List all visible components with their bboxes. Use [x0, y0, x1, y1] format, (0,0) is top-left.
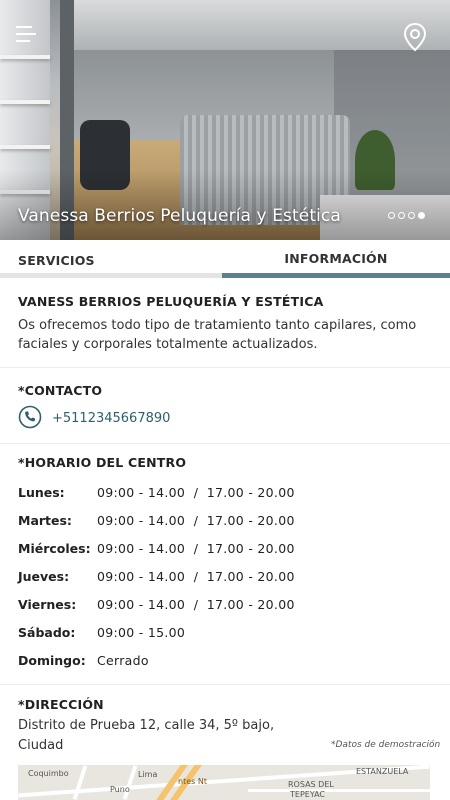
tab-indicator [0, 273, 222, 278]
map-road [248, 789, 430, 792]
schedule-day: Viernes: [18, 597, 77, 612]
schedule-title: *HORARIO DEL CENTRO [18, 455, 187, 470]
divider [0, 443, 450, 444]
map-label: TEPEYAC [290, 790, 326, 799]
carousel-indicator[interactable] [388, 212, 425, 219]
carousel-dot[interactable] [408, 212, 415, 219]
map-label: Lima [138, 770, 158, 779]
tab-label: INFORMACIÓN [284, 251, 388, 266]
schedule-hours: 09:00 - 14.00 / 17.00 - 20.00 [97, 569, 295, 584]
phone-icon[interactable] [18, 405, 42, 429]
tab-indicator-active [222, 273, 450, 278]
schedule-day: Jueves: [18, 569, 70, 584]
contact-title: *CONTACTO [18, 383, 103, 398]
phone-link[interactable]: +5112345667890 [52, 411, 170, 426]
schedule-day: Domingo: [18, 653, 86, 668]
divider [0, 684, 450, 685]
address-line1: Distrito de Prueba 12, calle 34, 5º bajo… [18, 718, 275, 733]
carousel-dot[interactable] [388, 212, 395, 219]
schedule-hours: Cerrado [97, 653, 149, 668]
map-road [122, 765, 138, 800]
schedule-day: Miércoles: [18, 541, 91, 556]
business-name: VANESS BERRIOS PELUQUERÍA Y ESTÉTICA [18, 294, 324, 309]
hero-shade [0, 170, 450, 240]
schedule-day: Sábado: [18, 625, 76, 640]
business-description-line1: Os ofrecemos todo tipo de tratamiento ta… [18, 318, 417, 333]
hamburger-menu-icon[interactable] [16, 22, 42, 46]
schedule-hours: 09:00 - 14.00 / 17.00 - 20.00 [97, 597, 295, 612]
carousel-dot-active[interactable] [418, 212, 425, 219]
schedule-day: Lunes: [18, 485, 65, 500]
schedule-hours: 09:00 - 14.00 / 17.00 - 20.00 [97, 485, 295, 500]
tab-bar: SERVICIOS INFORMACIÓN [0, 240, 450, 278]
salon-ceiling [74, 0, 450, 50]
tab-informacion[interactable]: INFORMACIÓN [222, 240, 450, 278]
map-label: Puno [110, 785, 130, 794]
map-pin-icon[interactable] [402, 22, 428, 52]
map-road [72, 765, 88, 800]
map-label: Coquimbo [28, 769, 69, 778]
schedule-day: Martes: [18, 513, 72, 528]
hero-image: Vanessa Berrios Peluquería y Estética [0, 0, 450, 240]
tab-servicios[interactable]: SERVICIOS [0, 240, 222, 278]
schedule-hours: 09:00 - 14.00 / 17.00 - 20.00 [97, 513, 295, 528]
schedule-hours: 09:00 - 15.00 [97, 625, 186, 640]
location-map[interactable]: Coquimbo Puno Lima ntes Nt ESTANZUELA RO… [18, 765, 430, 800]
map-label: ntes Nt [178, 777, 207, 786]
carousel-dot[interactable] [398, 212, 405, 219]
map-label: ESTANZUELA [356, 767, 409, 776]
tab-label: SERVICIOS [18, 253, 95, 268]
demo-data-note: *Datos de demostración [331, 740, 441, 750]
address-line2: Ciudad [18, 738, 64, 753]
map-label: ROSAS DEL [288, 780, 334, 789]
business-title: Vanessa Berrios Peluquería y Estética [18, 206, 341, 226]
address-title: *DIRECCIÓN [18, 697, 104, 712]
divider [0, 367, 450, 368]
business-description-line2: faciales y corporales totalmente actuali… [18, 337, 318, 352]
schedule-hours: 09:00 - 14.00 / 17.00 - 20.00 [97, 541, 295, 556]
